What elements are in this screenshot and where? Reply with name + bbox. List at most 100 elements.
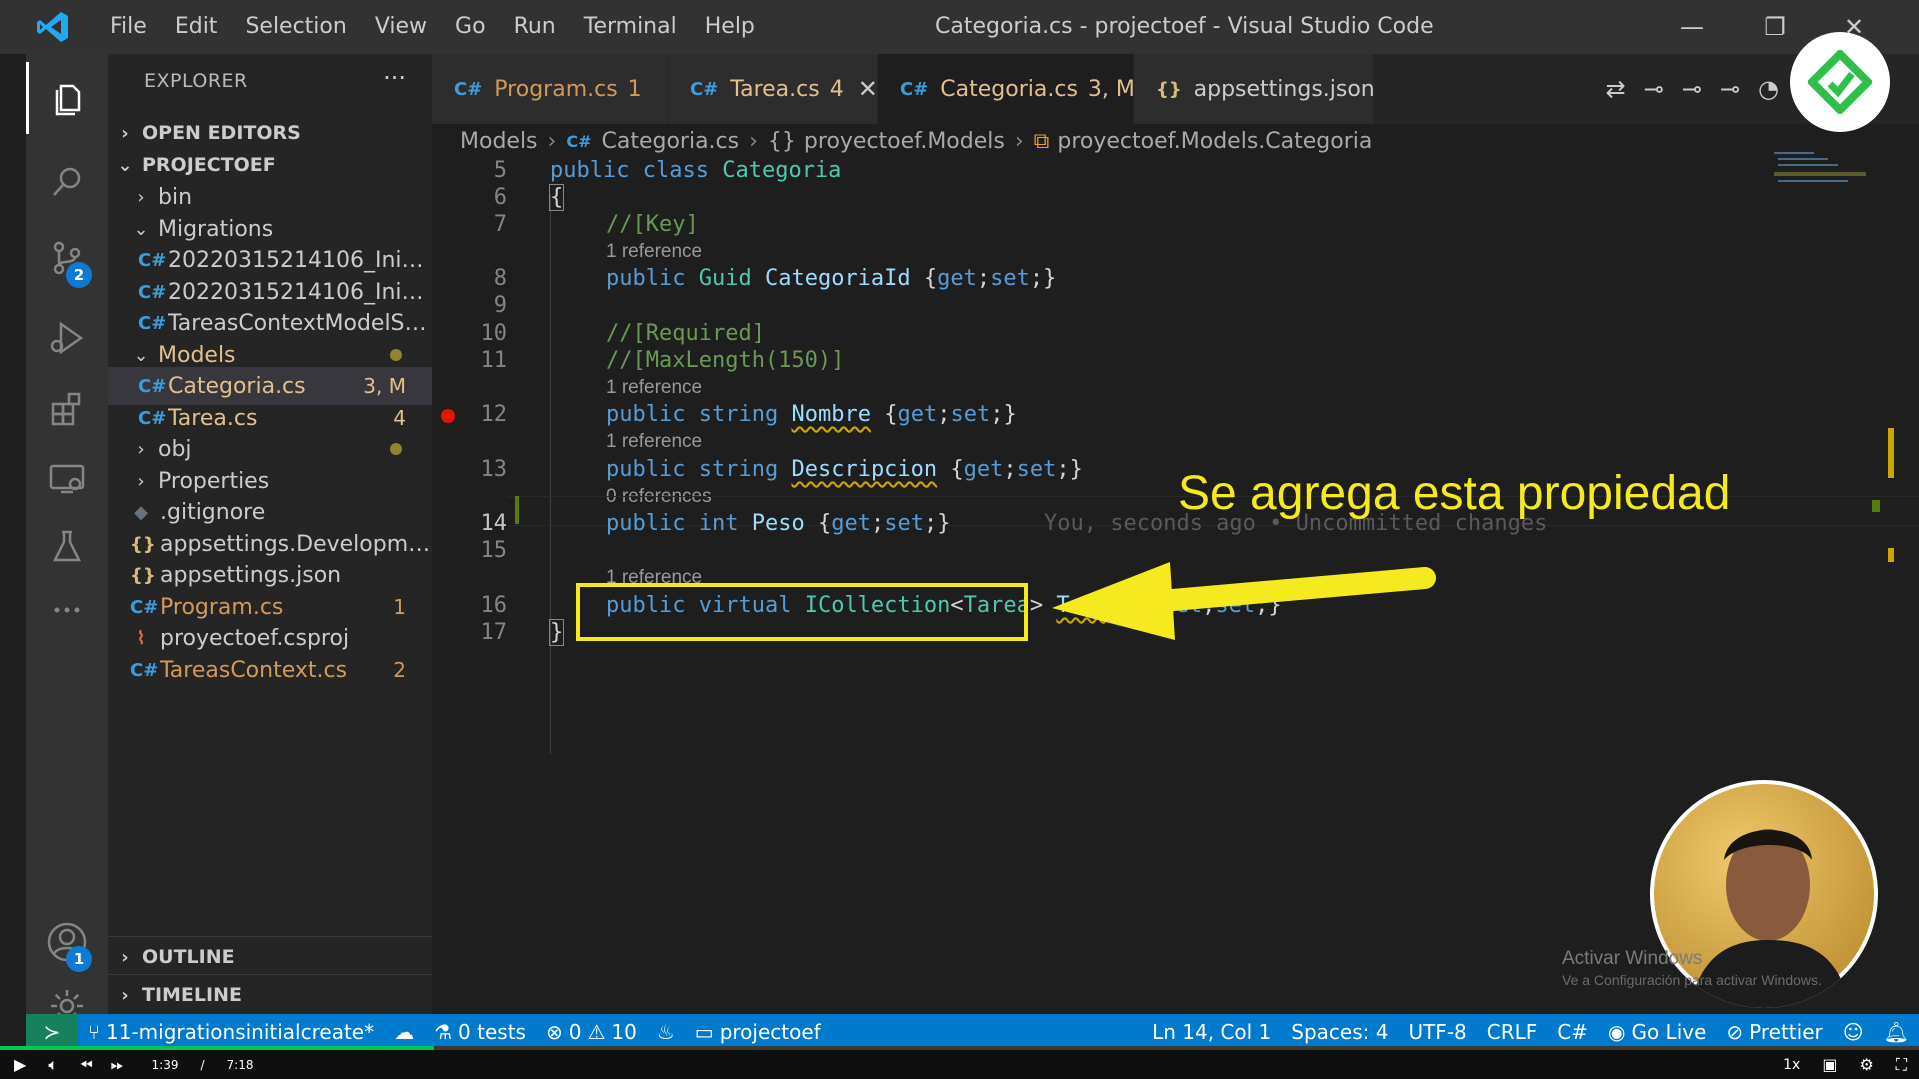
codelens-references[interactable]: 1 reference (606, 377, 702, 399)
breadcrumb-item[interactable]: Models (460, 129, 538, 154)
window-title: Categoria.cs - projectoef - Visual Studi… (935, 14, 1434, 39)
line-number: 13 (480, 457, 508, 482)
csharp-file-icon: C# (138, 249, 167, 271)
menu-view[interactable]: View (361, 0, 441, 54)
playback-speed[interactable]: 1x (1783, 1057, 1800, 1073)
cursor-position[interactable]: Ln 14, Col 1 (1142, 1020, 1281, 1044)
timeline-section[interactable]: › TIMELINE (108, 976, 432, 1014)
tree-item-label: TareasContextModelSn... (168, 310, 432, 336)
remote-indicator-icon[interactable]: ≻ (26, 1014, 78, 1050)
maximize-button[interactable]: ❐ (1735, 0, 1815, 54)
fullscreen-icon[interactable]: ⛶ (1896, 1055, 1907, 1075)
tab-label: Categoria.cs (940, 76, 1078, 102)
explorer-sidebar: EXPLORER ··· › OPEN EDITORS ⌄ PROJECTOEF… (108, 54, 432, 1014)
accounts-icon[interactable]: 1 (26, 906, 108, 978)
menu-edit[interactable]: Edit (161, 0, 232, 54)
chevron-right-icon: › (547, 128, 557, 154)
json-file-icon: {} (130, 564, 156, 586)
remote-explorer-icon[interactable] (26, 442, 108, 514)
warnings-count: 10 (611, 1020, 637, 1044)
search-icon[interactable] (26, 146, 108, 218)
line-number: 9 (493, 293, 507, 318)
chevron-right-icon: › (137, 438, 145, 460)
windows-activation-title: Activar Windows (1562, 948, 1703, 969)
code-line-5: public class Categoria (550, 158, 842, 183)
tree-item-label: Migrations (158, 216, 274, 242)
extensions-icon[interactable] (26, 372, 108, 444)
tab-label: appsettings.json (1193, 76, 1375, 102)
close-icon[interactable]: ✕ (858, 75, 878, 103)
player-settings-icon[interactable]: ⚙ (1859, 1055, 1873, 1074)
testing-icon[interactable] (26, 510, 108, 582)
overview-ruler[interactable] (1872, 158, 1898, 1014)
line-number: 10 (480, 321, 508, 346)
minimize-button[interactable]: — (1652, 0, 1732, 54)
notifications-bell-icon[interactable]: 🔔︎ (1874, 1020, 1919, 1044)
outline-section[interactable]: › OUTLINE (108, 938, 432, 976)
breadcrumb-item[interactable]: proyectoef.Models (804, 129, 1005, 154)
menu-help[interactable]: Help (691, 0, 769, 54)
line-ending[interactable]: CRLF (1477, 1020, 1548, 1044)
indentation[interactable]: Spaces: 4 (1281, 1020, 1398, 1044)
timeline-icon[interactable]: ◔ (1758, 75, 1779, 103)
tests-status[interactable]: ⚗ 0 tests (424, 1020, 536, 1044)
flame-icon[interactable]: ♨ (647, 1020, 685, 1044)
line-number: 17 (480, 620, 508, 645)
encoding[interactable]: UTF-8 (1398, 1020, 1476, 1044)
explorer-more-button[interactable]: ··· (383, 64, 406, 92)
tab-program[interactable]: C# Program.cs 1 (432, 54, 668, 124)
previous-change-icon[interactable]: ⊸ (1682, 75, 1702, 103)
git-commit-icon[interactable]: ⊸ (1644, 75, 1664, 103)
open-changes-icon[interactable]: ⇄ (1606, 75, 1626, 103)
more-icon[interactable] (26, 574, 108, 646)
project-status[interactable]: ▭ projectoef (685, 1020, 831, 1044)
fast-forward-icon[interactable]: ⏩︎ (111, 1055, 124, 1075)
prettier-button[interactable]: ⊘ Prettier (1716, 1020, 1832, 1044)
prettier-label: Prettier (1749, 1020, 1823, 1044)
tree-item-label: .gitignore (160, 499, 266, 525)
menu-selection[interactable]: Selection (231, 0, 360, 54)
chevron-right-icon: › (137, 186, 145, 208)
run-debug-icon[interactable] (26, 302, 108, 374)
menu-file[interactable]: File (96, 0, 161, 54)
menu-run[interactable]: Run (500, 0, 570, 54)
explorer-icon[interactable] (26, 62, 108, 134)
errors-count: 0 (568, 1020, 582, 1044)
feedback-icon[interactable]: ☺ (1833, 1020, 1874, 1044)
tab-categoria[interactable]: C# Categoria.cs 3, M ✕ (878, 54, 1169, 124)
tab-badge: 3, M (1087, 76, 1135, 102)
tree-item-tareascontext[interactable]: C# TareasContext.cs 2 (108, 651, 432, 689)
breadcrumb-item[interactable]: Categoria.cs (601, 129, 739, 154)
folder-icon: ▭ (694, 1020, 714, 1044)
outline-label: OUTLINE (142, 946, 235, 968)
tab-tarea[interactable]: C# Tarea.cs 4 ✕ (668, 54, 878, 124)
code-line-17: } (548, 619, 565, 646)
rewind-icon[interactable]: ⏪︎ (80, 1055, 93, 1075)
breadcrumb-item[interactable]: proyectoef.Models.Categoria (1057, 129, 1372, 154)
picture-in-picture-icon[interactable]: ▣ (1822, 1055, 1837, 1074)
time-separator: / (200, 1057, 205, 1072)
git-branch[interactable]: ⑂ 11-migrationsinitialcreate* (78, 1020, 384, 1044)
volume-icon[interactable]: 🔈︎ (48, 1055, 58, 1075)
prettier-check-icon: ⊘ (1726, 1020, 1744, 1044)
go-live-button[interactable]: ◉ Go Live (1598, 1020, 1716, 1044)
line-number: 6 (493, 185, 507, 210)
source-control-icon[interactable]: 2 (26, 222, 108, 294)
problems-status[interactable]: ⊗ 0 ⚠ 10 (536, 1020, 647, 1044)
project-label: PROJECTOEF (142, 154, 276, 176)
language-mode[interactable]: C# (1547, 1020, 1598, 1044)
tab-appsettings[interactable]: {} appsettings.json (1134, 54, 1375, 124)
json-file-icon: {} (1156, 78, 1182, 100)
codelens-references[interactable]: 1 reference (606, 241, 702, 263)
branch-label: 11-migrationsinitialcreate* (106, 1020, 375, 1044)
minimap[interactable] (1770, 150, 1870, 190)
play-icon[interactable]: ▶ (14, 1055, 26, 1074)
menu-terminal[interactable]: Terminal (570, 0, 691, 54)
title-bar: File Edit Selection View Go Run Terminal… (0, 0, 1919, 54)
codelens-references[interactable]: 1 reference (606, 431, 702, 453)
json-file-icon: {} (130, 533, 156, 555)
sync-button[interactable]: ☁ (384, 1020, 424, 1044)
line-number: 15 (480, 538, 508, 563)
next-change-icon[interactable]: ⊸ (1720, 75, 1740, 103)
menu-go[interactable]: Go (441, 0, 500, 54)
